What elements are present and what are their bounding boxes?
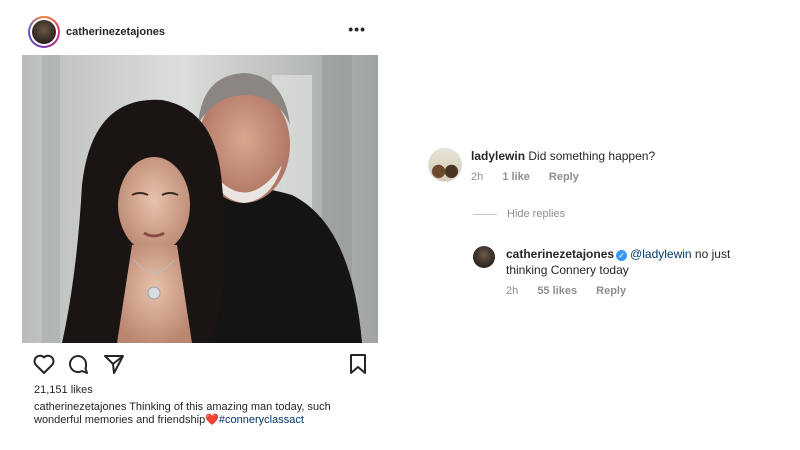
comment-meta: 2h 1 like Reply (471, 171, 595, 183)
post-caption: catherinezetajones Thinking of this amaz… (34, 401, 354, 427)
comment-likes[interactable]: 1 like (502, 171, 530, 183)
reply-body: catherinezetajones ✓ @ladylewin no just th… (506, 246, 786, 278)
post-header: catherinezetajones ••• (22, 16, 378, 50)
commenter-avatar[interactable] (428, 148, 462, 182)
instagram-post: catherinezetajones ••• 21,151 likes cath… (22, 0, 378, 450)
comment-username[interactable]: ladylewin (471, 149, 525, 163)
post-username[interactable]: catherinezetajones (66, 26, 165, 38)
share-icon[interactable] (102, 352, 126, 376)
comment-icon[interactable] (66, 352, 90, 376)
reply-time[interactable]: 2h (506, 285, 518, 297)
reply-author-avatar[interactable] (473, 246, 495, 268)
heart-icon[interactable] (32, 352, 56, 376)
bookmark-icon[interactable] (346, 352, 370, 376)
post-author-avatar[interactable] (28, 16, 60, 48)
post-photo[interactable] (22, 55, 378, 343)
more-options-icon[interactable]: ••• (348, 21, 366, 37)
comment-body: ladylewin Did something happen? (471, 148, 655, 164)
caption-username[interactable]: catherinezetajones (34, 401, 126, 413)
likes-count[interactable]: 21,151 likes (34, 384, 93, 396)
reply-meta: 2h 55 likes Reply (506, 285, 642, 297)
reply-text-line2: thinking Connery today (506, 263, 629, 277)
verified-badge-icon: ✓ (616, 250, 628, 261)
comment-time[interactable]: 2h (471, 171, 483, 183)
reply-likes[interactable]: 55 likes (537, 285, 577, 297)
post-actions (22, 352, 378, 376)
hashtag-link[interactable]: #conneryclassact (219, 414, 304, 426)
reply-reply-button[interactable]: Reply (596, 285, 626, 297)
reply-text-line1: no just (691, 247, 731, 261)
hide-replies-label[interactable]: Hide replies (507, 208, 565, 220)
reply-mention[interactable]: @ladylewin (630, 247, 692, 261)
hide-replies-button[interactable]: Hide replies (473, 208, 565, 220)
reply-username[interactable]: catherinezetajones (506, 247, 614, 261)
heart-emoji: ❤️ (205, 414, 219, 426)
divider-line (473, 213, 497, 215)
comment-reply-button[interactable]: Reply (549, 171, 579, 183)
comment-text: Did something happen? (528, 149, 656, 163)
